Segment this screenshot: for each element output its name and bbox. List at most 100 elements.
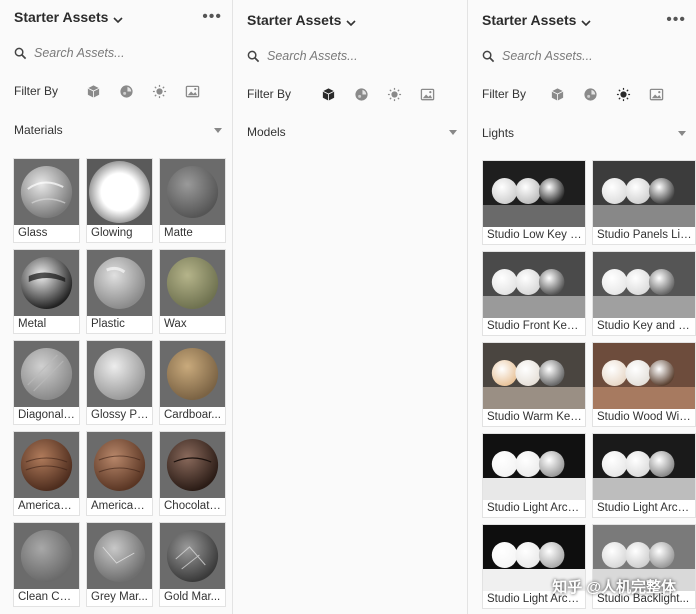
asset-thumbnail (593, 252, 695, 318)
asset-tile[interactable]: Cardboar... (159, 340, 226, 425)
asset-tile[interactable]: Studio Panels Lig... (592, 160, 696, 245)
asset-thumbnail (14, 432, 79, 498)
asset-thumbnail (160, 432, 225, 498)
filter-bar: Filter By (482, 84, 682, 104)
asset-thumbnail (87, 250, 152, 316)
asset-tile[interactable]: Studio Front Key ... (482, 251, 586, 336)
asset-tile[interactable]: Studio Wood Win... (592, 342, 696, 427)
asset-thumbnail (160, 523, 225, 589)
asset-thumbnail (87, 432, 152, 498)
asset-thumbnail (593, 343, 695, 409)
asset-label: Metal (18, 318, 47, 330)
chevron-down-icon[interactable] (113, 12, 123, 24)
model-cube-icon[interactable] (86, 83, 101, 99)
asset-label: Wax (164, 318, 187, 330)
asset-tile[interactable]: Chocolate... (159, 431, 226, 516)
model-cube-icon[interactable] (321, 86, 336, 102)
models-panel: Starter Assets Filter By Models (233, 0, 467, 614)
asset-tile[interactable]: Studio Light Arch... (592, 433, 696, 518)
asset-label: Cardboar... (164, 409, 221, 421)
asset-tile[interactable]: American... (86, 431, 153, 516)
panel-header: Starter Assets ••• (14, 6, 222, 28)
asset-thumbnail (483, 434, 585, 500)
image-icon[interactable] (420, 86, 435, 102)
search-icon (247, 50, 260, 62)
caret-down-icon[interactable] (449, 129, 457, 135)
search-input[interactable] (267, 49, 427, 63)
asset-tile[interactable]: Studio Light Arch... (482, 433, 586, 518)
asset-tile[interactable]: American... (13, 431, 80, 516)
asset-tile[interactable]: Wax (159, 249, 226, 334)
filter-bar: Filter By (14, 81, 218, 101)
search-bar[interactable] (14, 43, 218, 63)
section-label: Lights (482, 126, 515, 140)
asset-thumbnail (160, 341, 225, 407)
watermark: 知乎 @人机完整体 (552, 579, 676, 596)
asset-tile[interactable]: Glass (13, 158, 80, 243)
asset-thumbnail: Square B...Round Bo...Coffee CupBeverage… (87, 159, 152, 225)
asset-label: Gold Mar... (164, 591, 221, 603)
more-options-icon[interactable]: ••• (666, 12, 686, 28)
caret-down-icon[interactable] (678, 130, 686, 136)
asset-tile[interactable]: Gold Mar... (159, 522, 226, 607)
asset-tile[interactable]: Clean Con... (13, 522, 80, 607)
asset-label: Glass (18, 227, 48, 239)
image-icon[interactable] (649, 86, 664, 102)
chevron-down-icon[interactable] (581, 15, 591, 27)
asset-tile[interactable]: Square B...Round Bo...Coffee CupBeverage… (86, 158, 153, 243)
asset-tile[interactable]: Studio Warm Key... (482, 342, 586, 427)
asset-tile[interactable]: Plastic (86, 249, 153, 334)
section-header[interactable]: Materials (14, 121, 222, 139)
asset-label: Studio Key and F... (597, 320, 692, 332)
light-sun-icon[interactable] (616, 86, 631, 102)
asset-tile[interactable]: Matte (159, 158, 226, 243)
panel-title[interactable]: Starter Assets (14, 9, 108, 25)
asset-label: American... (91, 500, 149, 512)
search-bar[interactable] (247, 46, 453, 66)
panel-title[interactable]: Starter Assets (247, 12, 341, 28)
asset-thumbnail (483, 161, 585, 227)
search-icon (482, 50, 495, 62)
section-label: Models (247, 125, 286, 139)
asset-label: Studio Low Key L... (487, 229, 582, 241)
material-sphere-icon[interactable] (354, 86, 369, 102)
section-label: Materials (14, 123, 63, 137)
asset-grid: Glass Square B...Round Bo...Coffee CupBev… (13, 158, 226, 607)
asset-tile[interactable]: Grey Mar... (86, 522, 153, 607)
asset-tile[interactable]: Metal (13, 249, 80, 334)
filter-label: Filter By (14, 84, 59, 98)
asset-label: Grey Mar... (91, 591, 148, 603)
chevron-down-icon[interactable] (346, 15, 356, 27)
asset-tile[interactable]: Studio Low Key L... (482, 160, 586, 245)
asset-thumbnail (14, 341, 79, 407)
filter-label: Filter By (247, 87, 292, 101)
image-icon[interactable] (185, 83, 200, 99)
asset-label: Matte (164, 227, 193, 239)
asset-label: American... (18, 500, 76, 512)
caret-down-icon[interactable] (214, 127, 222, 133)
more-options-icon[interactable]: ••• (202, 9, 222, 25)
search-input[interactable] (502, 49, 662, 63)
asset-thumbnail (87, 341, 152, 407)
model-cube-icon[interactable] (550, 86, 565, 102)
asset-thumbnail (14, 159, 79, 225)
asset-thumbnail (593, 434, 695, 500)
panel-title[interactable]: Starter Assets (482, 12, 576, 28)
asset-thumbnail (87, 523, 152, 589)
asset-label: Glossy Pa... (91, 409, 149, 421)
light-sun-icon[interactable] (387, 86, 402, 102)
asset-label: Studio Light Arch... (487, 502, 582, 514)
material-sphere-icon[interactable] (119, 83, 134, 99)
asset-tile[interactable]: Studio Key and F... (592, 251, 696, 336)
search-input[interactable] (34, 46, 194, 60)
asset-thumbnail (14, 523, 79, 589)
section-header[interactable]: Lights (482, 124, 686, 142)
materials-panel: Starter Assets ••• Filter By Materials G… (0, 0, 232, 614)
asset-tile[interactable]: Diagonal ... (13, 340, 80, 425)
section-header[interactable]: Models (247, 123, 457, 141)
asset-label: Studio Wood Win... (597, 411, 692, 423)
material-sphere-icon[interactable] (583, 86, 598, 102)
asset-tile[interactable]: Glossy Pa... (86, 340, 153, 425)
search-bar[interactable] (482, 46, 682, 66)
light-sun-icon[interactable] (152, 83, 167, 99)
